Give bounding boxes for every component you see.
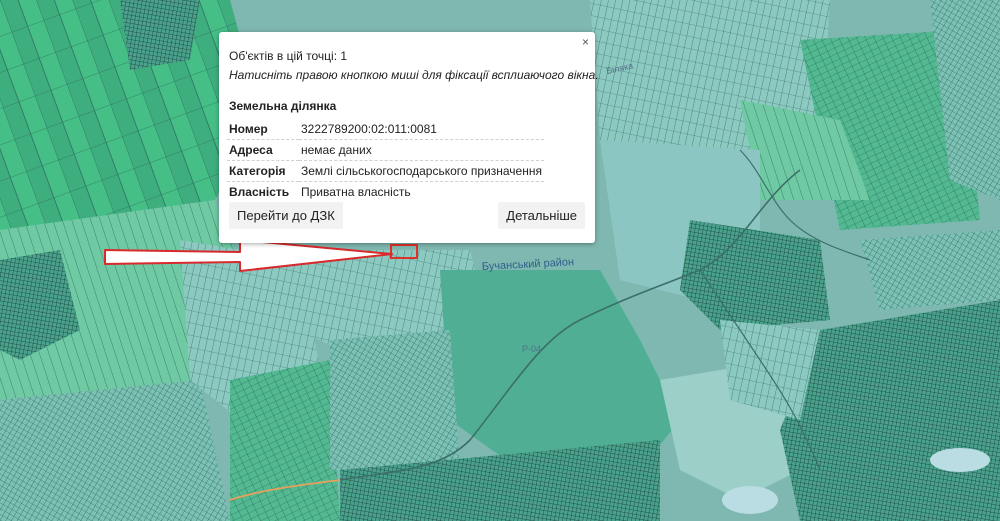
attribute-value: Приватна власність	[301, 184, 411, 199]
section-title: Земельна ділянка	[229, 99, 337, 113]
details-button[interactable]: Детальніше	[498, 202, 585, 229]
water-body	[930, 448, 990, 472]
close-icon[interactable]: ×	[582, 36, 589, 48]
pin-hint-text: Натисніть правою кнопкою миші для фіксац…	[229, 68, 599, 82]
attribute-value: немає даних	[299, 139, 544, 161]
attribute-key: Номер	[227, 119, 299, 140]
attribute-key: Адреса	[227, 139, 299, 161]
attribute-key: Категорія	[227, 160, 299, 182]
table-row: Категорія Землі сільськогосподарського п…	[227, 160, 544, 182]
road-label: Р-04	[522, 344, 541, 354]
table-row: Адреса немає даних	[227, 139, 544, 161]
water-body	[722, 486, 778, 514]
attribute-key: Власність	[229, 184, 290, 199]
field-area	[860, 230, 1000, 310]
parcel-attributes-table: Номер 3222789200:02:011:0081 Адреса нема…	[227, 119, 544, 202]
table-row: Номер 3222789200:02:011:0081	[227, 119, 544, 140]
parcel-info-popup: × Об'єктів в цій точці: 1 Натисніть прав…	[219, 32, 599, 243]
field-area	[230, 360, 340, 521]
objects-count-text: Об'єктів в цій точці: 1	[229, 49, 348, 63]
field-area	[0, 380, 230, 521]
attribute-value: 3222789200:02:011:0081	[299, 119, 544, 140]
goto-dzk-button[interactable]: Перейти до ДЗК	[229, 202, 343, 229]
table-row: Власність Приватна власність	[227, 182, 544, 203]
attribute-value: Землі сільськогосподарського призначення	[299, 160, 544, 182]
settlement-area	[120, 0, 200, 70]
field-area	[330, 330, 460, 470]
